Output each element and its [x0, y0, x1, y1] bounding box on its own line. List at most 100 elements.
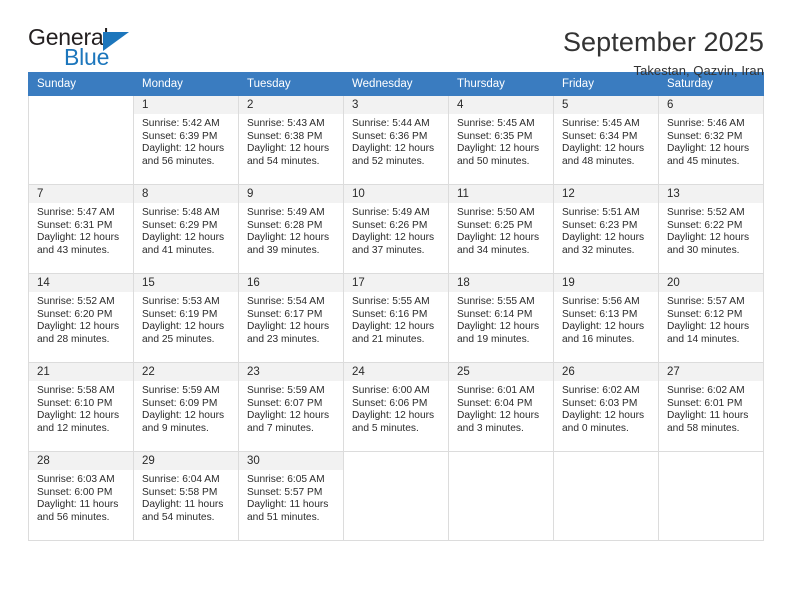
day-number: 28 — [29, 452, 133, 470]
day-number: 26 — [554, 363, 658, 381]
daylight-text-line1: Daylight: 12 hours — [457, 410, 540, 422]
day-cell[interactable]: 23 Sunrise: 5:59 AM Sunset: 6:07 PM Dayl… — [238, 362, 344, 452]
day-cell[interactable]: 28 Sunrise: 6:03 AM Sunset: 6:00 PM Dayl… — [28, 451, 134, 541]
day-cell[interactable]: 12 Sunrise: 5:51 AM Sunset: 6:23 PM Dayl… — [553, 184, 659, 274]
sunrise-text: Sunrise: 5:50 AM — [457, 207, 535, 218]
day-info: Sunrise: 6:00 AM Sunset: 6:06 PM Dayligh… — [344, 381, 448, 435]
daylight-text-line1: Daylight: 12 hours — [667, 232, 750, 244]
daylight-text-line1: Daylight: 12 hours — [247, 410, 330, 422]
day-number: 12 — [554, 185, 658, 203]
sunrise-text: Sunrise: 5:56 AM — [562, 296, 640, 307]
sunset-text: Sunset: 6:17 PM — [247, 308, 323, 320]
day-cell[interactable]: 27 Sunrise: 6:02 AM Sunset: 6:01 PM Dayl… — [658, 362, 764, 452]
daylight-text-line2: and 9 minutes. — [142, 422, 209, 434]
day-cell-empty — [448, 451, 554, 541]
daylight-text-line2: and 0 minutes. — [562, 422, 629, 434]
daylight-text-line1: Daylight: 11 hours — [142, 499, 224, 511]
daylight-text-line1: Daylight: 12 hours — [142, 143, 225, 155]
day-cell[interactable]: 30 Sunrise: 6:05 AM Sunset: 5:57 PM Dayl… — [238, 451, 344, 541]
day-cell[interactable]: 14 Sunrise: 5:52 AM Sunset: 6:20 PM Dayl… — [28, 273, 134, 363]
sunrise-text: Sunrise: 5:45 AM — [457, 118, 535, 129]
day-number: 10 — [344, 185, 448, 203]
day-cell[interactable]: 20 Sunrise: 5:57 AM Sunset: 6:12 PM Dayl… — [658, 273, 764, 363]
day-cell[interactable]: 7 Sunrise: 5:47 AM Sunset: 6:31 PM Dayli… — [28, 184, 134, 274]
day-cell[interactable]: 13 Sunrise: 5:52 AM Sunset: 6:22 PM Dayl… — [658, 184, 764, 274]
daylight-text-line2: and 51 minutes. — [247, 511, 320, 523]
day-info: Sunrise: 5:55 AM Sunset: 6:14 PM Dayligh… — [449, 292, 553, 346]
day-cell[interactable]: 9 Sunrise: 5:49 AM Sunset: 6:28 PM Dayli… — [238, 184, 344, 274]
day-cell[interactable]: 24 Sunrise: 6:00 AM Sunset: 6:06 PM Dayl… — [343, 362, 449, 452]
sunset-text: Sunset: 6:22 PM — [667, 219, 743, 231]
column-header-thursday: Thursday — [448, 72, 554, 96]
day-info: Sunrise: 5:42 AM Sunset: 6:39 PM Dayligh… — [134, 114, 238, 168]
sunrise-text: Sunrise: 6:00 AM — [352, 385, 430, 396]
daylight-text-line1: Daylight: 12 hours — [352, 321, 435, 333]
daylight-text-line2: and 43 minutes. — [37, 244, 110, 256]
day-cell[interactable]: 15 Sunrise: 5:53 AM Sunset: 6:19 PM Dayl… — [133, 273, 239, 363]
daylight-text-line2: and 32 minutes. — [562, 244, 635, 256]
day-cell[interactable]: 17 Sunrise: 5:55 AM Sunset: 6:16 PM Dayl… — [343, 273, 449, 363]
sunset-text: Sunset: 6:20 PM — [37, 308, 113, 320]
day-number: 11 — [449, 185, 553, 203]
daylight-text-line2: and 56 minutes. — [37, 511, 110, 523]
day-cell[interactable]: 3 Sunrise: 5:44 AM Sunset: 6:36 PM Dayli… — [343, 95, 449, 185]
daylight-text-line1: Daylight: 12 hours — [142, 321, 225, 333]
column-header-monday: Monday — [133, 72, 239, 96]
sunset-text: Sunset: 6:00 PM — [37, 486, 113, 498]
day-cell[interactable]: 22 Sunrise: 5:59 AM Sunset: 6:09 PM Dayl… — [133, 362, 239, 452]
column-header-tuesday: Tuesday — [238, 72, 344, 96]
sunset-text: Sunset: 6:32 PM — [667, 130, 743, 142]
day-info: Sunrise: 5:53 AM Sunset: 6:19 PM Dayligh… — [134, 292, 238, 346]
sunset-text: Sunset: 6:29 PM — [142, 219, 218, 231]
day-cell[interactable]: 6 Sunrise: 5:46 AM Sunset: 6:32 PM Dayli… — [658, 95, 764, 185]
daylight-text-line2: and 58 minutes. — [667, 422, 740, 434]
daylight-text-line1: Daylight: 12 hours — [142, 410, 225, 422]
day-cell[interactable]: 18 Sunrise: 5:55 AM Sunset: 6:14 PM Dayl… — [448, 273, 554, 363]
sunrise-text: Sunrise: 6:02 AM — [562, 385, 640, 396]
calendar-week-row: 21 Sunrise: 5:58 AM Sunset: 6:10 PM Dayl… — [28, 362, 764, 452]
sunrise-text: Sunrise: 5:59 AM — [142, 385, 220, 396]
day-cell[interactable]: 26 Sunrise: 6:02 AM Sunset: 6:03 PM Dayl… — [553, 362, 659, 452]
day-info: Sunrise: 5:43 AM Sunset: 6:38 PM Dayligh… — [239, 114, 343, 168]
day-cell[interactable]: 25 Sunrise: 6:01 AM Sunset: 6:04 PM Dayl… — [448, 362, 554, 452]
daylight-text-line1: Daylight: 12 hours — [562, 143, 645, 155]
day-cell[interactable]: 4 Sunrise: 5:45 AM Sunset: 6:35 PM Dayli… — [448, 95, 554, 185]
daylight-text-line1: Daylight: 12 hours — [562, 410, 645, 422]
day-cell[interactable]: 1 Sunrise: 5:42 AM Sunset: 6:39 PM Dayli… — [133, 95, 239, 185]
day-cell[interactable]: 2 Sunrise: 5:43 AM Sunset: 6:38 PM Dayli… — [238, 95, 344, 185]
day-number: 21 — [29, 363, 133, 381]
day-cell[interactable]: 16 Sunrise: 5:54 AM Sunset: 6:17 PM Dayl… — [238, 273, 344, 363]
daylight-text-line1: Daylight: 12 hours — [457, 143, 540, 155]
day-number: 7 — [29, 185, 133, 203]
day-info: Sunrise: 5:49 AM Sunset: 6:26 PM Dayligh… — [344, 203, 448, 257]
daylight-text-line2: and 12 minutes. — [37, 422, 110, 434]
day-cell[interactable]: 29 Sunrise: 6:04 AM Sunset: 5:58 PM Dayl… — [133, 451, 239, 541]
day-cell-empty — [658, 451, 764, 541]
day-number: 17 — [344, 274, 448, 292]
day-number: 15 — [134, 274, 238, 292]
sunrise-text: Sunrise: 5:49 AM — [247, 207, 325, 218]
daylight-text-line2: and 54 minutes. — [142, 511, 215, 523]
day-cell[interactable]: 19 Sunrise: 5:56 AM Sunset: 6:13 PM Dayl… — [553, 273, 659, 363]
day-info: Sunrise: 5:45 AM Sunset: 6:34 PM Dayligh… — [554, 114, 658, 168]
daylight-text-line2: and 45 minutes. — [667, 155, 740, 167]
day-number: 3 — [344, 96, 448, 114]
day-cell[interactable]: 8 Sunrise: 5:48 AM Sunset: 6:29 PM Dayli… — [133, 184, 239, 274]
daylight-text-line1: Daylight: 12 hours — [667, 143, 750, 155]
daylight-text-line1: Daylight: 11 hours — [667, 410, 749, 422]
day-info: Sunrise: 5:55 AM Sunset: 6:16 PM Dayligh… — [344, 292, 448, 346]
day-cell[interactable]: 10 Sunrise: 5:49 AM Sunset: 6:26 PM Dayl… — [343, 184, 449, 274]
sunrise-text: Sunrise: 6:05 AM — [247, 474, 325, 485]
calendar-page: General Blue September 2025 Takestan, Qa… — [0, 0, 792, 612]
day-cell[interactable]: 21 Sunrise: 5:58 AM Sunset: 6:10 PM Dayl… — [28, 362, 134, 452]
day-cell[interactable]: 5 Sunrise: 5:45 AM Sunset: 6:34 PM Dayli… — [553, 95, 659, 185]
day-cell[interactable]: 11 Sunrise: 5:50 AM Sunset: 6:25 PM Dayl… — [448, 184, 554, 274]
sunset-text: Sunset: 6:31 PM — [37, 219, 113, 231]
day-info: Sunrise: 5:58 AM Sunset: 6:10 PM Dayligh… — [29, 381, 133, 435]
daylight-text-line1: Daylight: 12 hours — [142, 232, 225, 244]
daylight-text-line2: and 30 minutes. — [667, 244, 740, 256]
sunset-text: Sunset: 6:25 PM — [457, 219, 533, 231]
general-blue-logo[interactable]: General Blue — [28, 26, 148, 76]
sunrise-text: Sunrise: 5:46 AM — [667, 118, 745, 129]
day-info: Sunrise: 5:48 AM Sunset: 6:29 PM Dayligh… — [134, 203, 238, 257]
